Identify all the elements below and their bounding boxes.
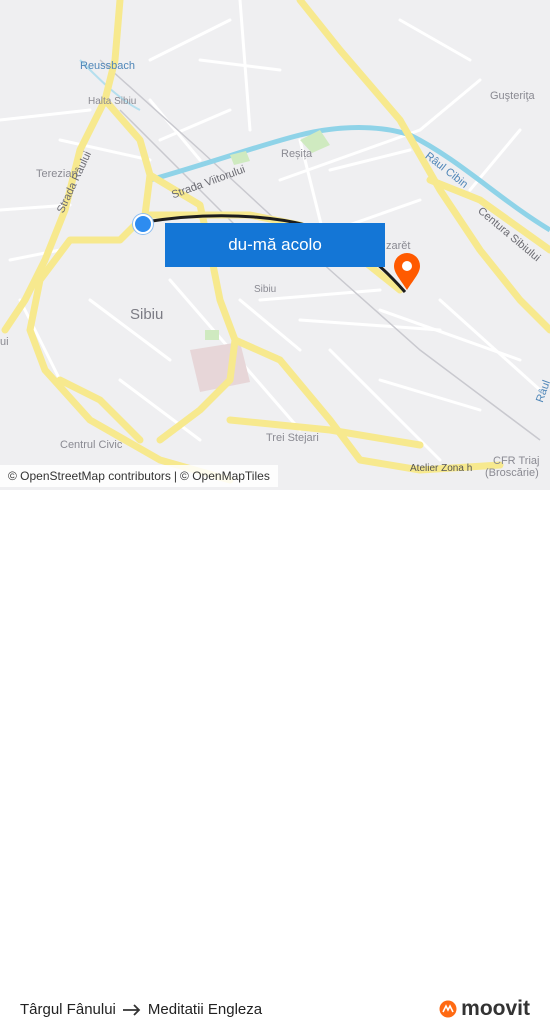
destination-name: Meditatii Engleza bbox=[147, 1001, 263, 1018]
route-footer: Târgul Fânului Meditatii Engleza moovit bbox=[0, 490, 550, 1020]
moovit-logo[interactable]: moovit bbox=[439, 997, 530, 1021]
street-label: ui bbox=[0, 336, 9, 348]
place-label: Sibiu bbox=[130, 306, 164, 323]
map-attribution: © OpenStreetMap contributors | © OpenMap… bbox=[0, 465, 278, 487]
place-label: (Broscărie) bbox=[485, 467, 539, 479]
origin-location-marker[interactable] bbox=[133, 214, 153, 234]
place-label: zarět bbox=[386, 240, 411, 252]
route-summary: Târgul Fânului Meditatii Engleza bbox=[20, 1001, 262, 1018]
place-label: Atelier Zona h bbox=[410, 463, 473, 474]
osm-attribution-link[interactable]: © OpenStreetMap contributors bbox=[8, 469, 171, 483]
take-me-there-button[interactable]: du-mă acolo bbox=[165, 223, 385, 267]
map-view[interactable]: Reussbach Halta Sibiu Terezian Reșița Gu… bbox=[0, 0, 550, 490]
place-label: Halta Sibiu bbox=[88, 96, 137, 107]
origin-name: Târgul Fânului bbox=[20, 1001, 116, 1018]
attribution-separator: | bbox=[173, 469, 178, 483]
place-label: Sibiu bbox=[254, 284, 277, 295]
place-label: Guşteriţa bbox=[490, 90, 535, 102]
place-label: CFR Triaj bbox=[493, 455, 540, 467]
omt-attribution-link[interactable]: © OpenMapTiles bbox=[180, 469, 270, 483]
place-label: Reussbach bbox=[80, 60, 136, 72]
brand-name: moovit bbox=[461, 997, 530, 1020]
place-label: Trei Stejari bbox=[266, 432, 319, 444]
place-label: Reșița bbox=[281, 148, 313, 160]
moovit-logo-icon bbox=[439, 1000, 457, 1018]
arrow-right-icon bbox=[122, 1003, 141, 1016]
place-label: Centrul Civic bbox=[60, 439, 123, 451]
